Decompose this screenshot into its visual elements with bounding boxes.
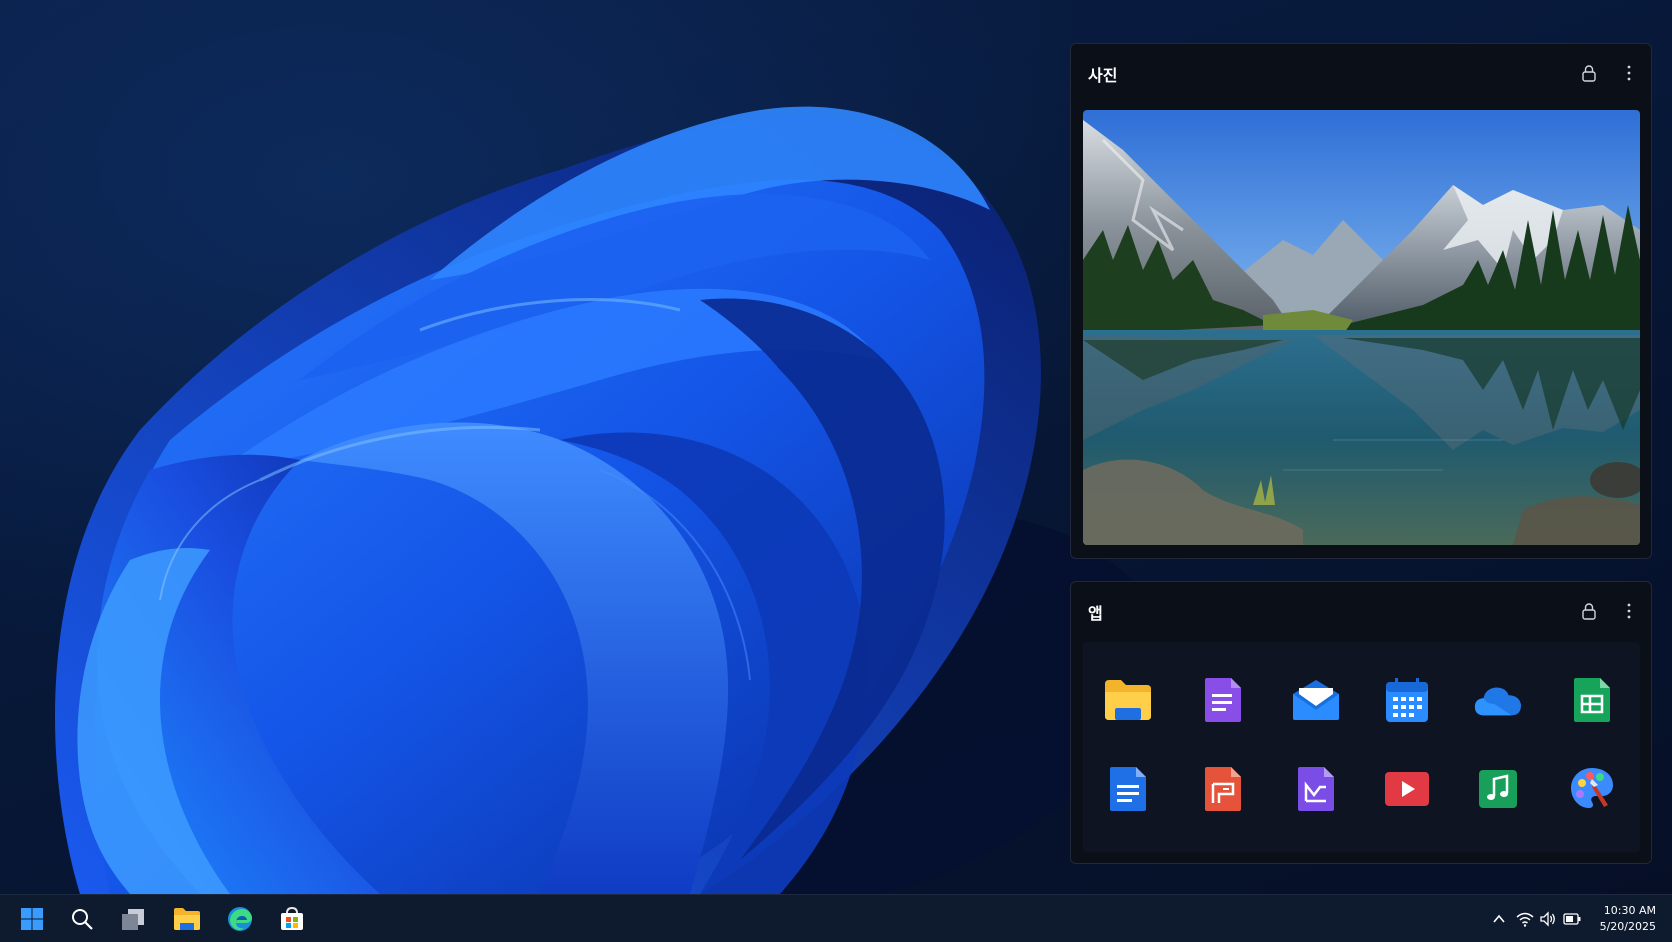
task-view-button[interactable]	[117, 903, 149, 935]
photos-widget[interactable]: 사진	[1070, 43, 1652, 559]
task-view-icon	[122, 909, 144, 930]
wifi-icon	[1516, 912, 1534, 927]
volume-button[interactable]	[1539, 910, 1557, 928]
volume-icon	[1540, 911, 1555, 927]
app-forms[interactable]	[1291, 764, 1341, 814]
taskbar-edge[interactable]	[224, 903, 256, 935]
notes-doc-icon	[1205, 678, 1241, 722]
more-options-icon[interactable]	[1625, 602, 1633, 620]
app-docs[interactable]	[1103, 764, 1153, 814]
app-sheets[interactable]	[1567, 675, 1617, 725]
taskbar: 10:30 AM 5/20/2025	[0, 894, 1672, 942]
chevron-up-icon	[1493, 914, 1505, 923]
app-video[interactable]	[1382, 764, 1432, 814]
taskbar-file-explorer[interactable]	[171, 903, 203, 935]
app-notes[interactable]	[1198, 675, 1248, 725]
music-icon	[1479, 770, 1517, 808]
show-hidden-icons-button[interactable]	[1490, 910, 1508, 928]
app-file-explorer[interactable]	[1103, 675, 1153, 725]
photos-widget-header: 사진	[1071, 44, 1651, 104]
app-calendar[interactable]	[1382, 675, 1432, 725]
battery-button[interactable]	[1563, 910, 1581, 928]
search-button[interactable]	[66, 903, 98, 935]
app-onedrive[interactable]	[1473, 675, 1523, 725]
edge-icon	[228, 907, 252, 931]
start-button[interactable]	[16, 903, 48, 935]
lock-icon[interactable]	[1581, 602, 1597, 620]
app-paint[interactable]	[1567, 764, 1617, 814]
lock-icon[interactable]	[1581, 64, 1597, 82]
spreadsheet-icon	[1574, 678, 1610, 722]
document-icon	[1110, 767, 1146, 811]
mail-icon	[1293, 680, 1339, 720]
photos-widget-title: 사진	[1088, 66, 1118, 85]
apps-widget[interactable]: 앱	[1070, 581, 1652, 864]
featured-photo[interactable]	[1083, 110, 1640, 545]
app-slides[interactable]	[1198, 764, 1248, 814]
form-icon	[1298, 767, 1334, 811]
taskbar-store[interactable]	[276, 903, 308, 935]
apps-grid	[1083, 642, 1640, 852]
app-mail[interactable]	[1291, 675, 1341, 725]
play-icon	[1385, 772, 1429, 806]
app-music[interactable]	[1473, 764, 1523, 814]
cloud-icon	[1474, 687, 1522, 716]
store-icon	[281, 906, 303, 930]
clock-time: 10:30 AM	[1603, 904, 1656, 917]
apps-widget-header: 앱	[1071, 582, 1651, 642]
calendar-icon	[1386, 678, 1428, 722]
apps-widget-title: 앱	[1088, 604, 1103, 623]
palette-icon	[1571, 768, 1613, 808]
more-options-icon[interactable]	[1625, 64, 1633, 82]
battery-icon	[1563, 913, 1581, 925]
search-icon	[72, 909, 93, 930]
start-icon	[21, 908, 43, 930]
network-button[interactable]	[1516, 910, 1534, 928]
clock-date: 5/20/2025	[1599, 920, 1656, 933]
folder-icon	[1105, 680, 1151, 720]
presentation-icon	[1205, 767, 1241, 811]
file-explorer-icon	[174, 908, 200, 930]
clock[interactable]: 10:30 AM 5/20/2025	[1586, 903, 1656, 935]
